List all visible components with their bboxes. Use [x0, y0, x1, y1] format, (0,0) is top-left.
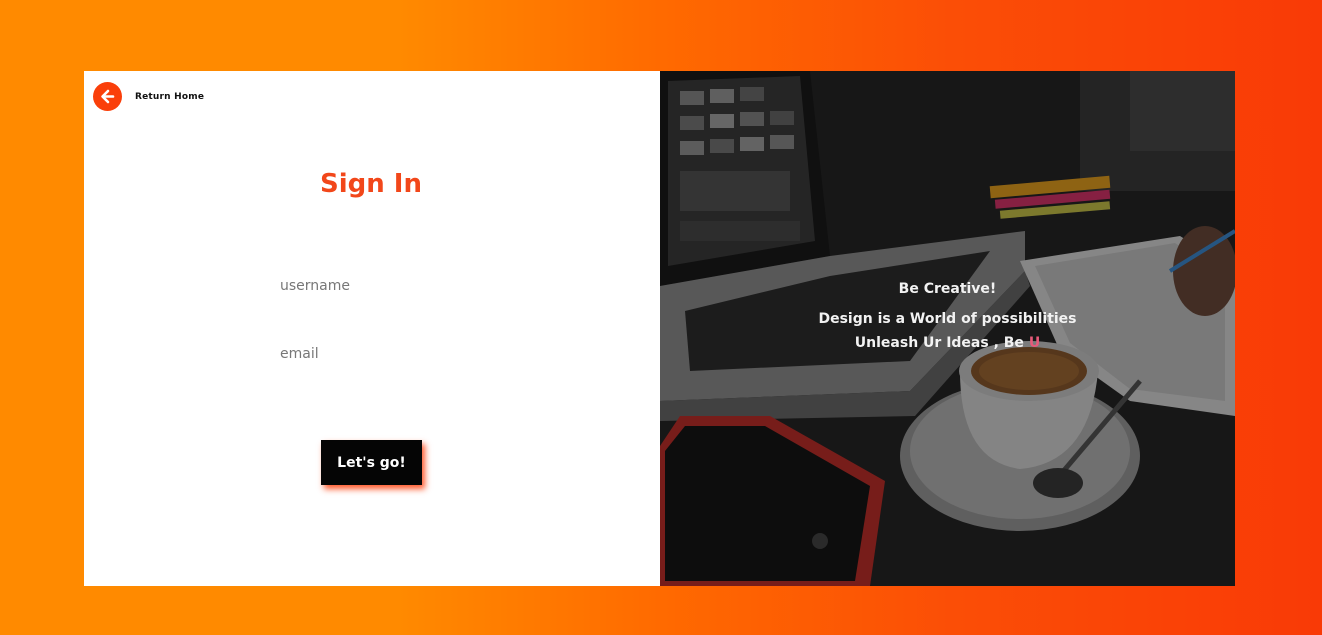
form-panel: Return Home Sign In Let's go! — [84, 71, 660, 586]
hero-line-3: Unleash Ur Ideas , Be U — [660, 335, 1235, 351]
hero-background-image — [660, 71, 1235, 586]
return-home-label[interactable]: Return Home — [135, 92, 204, 102]
hero-panel: Be Creative! Design is a World of possib… — [660, 71, 1235, 586]
hero-line-2: Design is a World of possibilities — [818, 311, 1077, 327]
return-home-link[interactable]: Return Home — [93, 82, 204, 111]
hero-line-3-text: Unleash Ur Ideas , Be — [854, 335, 1029, 351]
page-title-text: Sign In — [320, 169, 422, 199]
page-title: Sign In — [84, 169, 660, 199]
email-input[interactable] — [280, 341, 530, 367]
signin-card: Return Home Sign In Let's go! — [84, 71, 1235, 586]
username-input[interactable] — [280, 273, 530, 299]
hero-line-3-accent: U — [1028, 335, 1041, 351]
arrow-left-circle-icon[interactable] — [93, 82, 122, 111]
submit-button[interactable]: Let's go! — [321, 440, 422, 485]
hero-line-1: Be Creative! — [898, 281, 997, 297]
